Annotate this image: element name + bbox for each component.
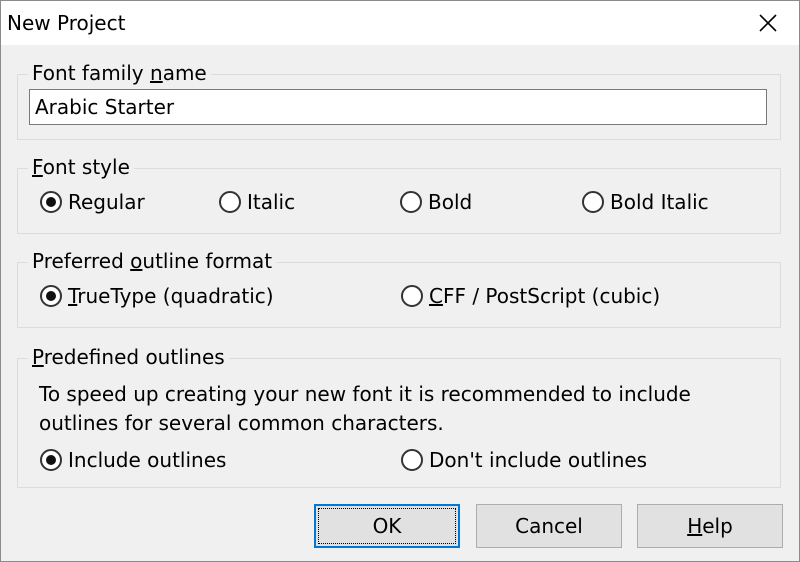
description-line-2: outlines for several common characters.: [39, 411, 444, 435]
help-button-label: Help: [687, 514, 733, 538]
radio-circle-regular: [40, 191, 62, 213]
close-icon: [759, 14, 777, 32]
cancel-button-label: Cancel: [515, 514, 583, 538]
predefined-description: To speed up creating your new font it is…: [39, 380, 739, 438]
radio-label-dont-include: Don't include outlines: [429, 448, 648, 472]
ok-button-label: OK: [372, 514, 402, 538]
radio-circle-italic: [219, 191, 241, 213]
radio-circle-dont-include: [401, 449, 423, 471]
description-line-1: To speed up creating your new font it is…: [39, 382, 691, 406]
radio-label-italic: Italic: [247, 190, 296, 214]
cancel-button[interactable]: Cancel: [476, 504, 622, 548]
predefined-outlines-legend: Predefined outlines: [28, 343, 229, 371]
outline-format-legend: Preferred outline format: [28, 247, 277, 275]
help-button[interactable]: Help: [637, 504, 783, 548]
radio-truetype[interactable]: TrueType (quadratic): [40, 282, 274, 310]
title-bar: New Project: [1, 1, 799, 45]
radio-label-bold: Bold: [428, 190, 473, 214]
radio-bold[interactable]: Bold: [400, 188, 472, 216]
radio-circle-bold: [400, 191, 422, 213]
radio-include-outlines[interactable]: Include outlines: [40, 446, 226, 474]
radio-label-include: Include outlines: [68, 448, 227, 472]
radio-label-regular: Regular: [68, 190, 145, 214]
font-style-legend: Font style: [28, 153, 134, 181]
radio-bold-italic[interactable]: Bold Italic: [582, 188, 709, 216]
radio-circle-include: [40, 449, 62, 471]
radio-label-bold-italic: Bold Italic: [610, 190, 709, 214]
dialog-title: New Project: [7, 11, 126, 35]
radio-circle-cff: [401, 285, 423, 307]
ok-button[interactable]: OK: [314, 504, 460, 548]
radio-dont-include-outlines[interactable]: Don't include outlines: [401, 446, 647, 474]
close-button[interactable]: [737, 1, 799, 45]
radio-circle-bold-italic: [582, 191, 604, 213]
font-family-legend: Font family name: [28, 59, 211, 87]
radio-label-cff: CFF / PostScript (cubic): [429, 284, 661, 308]
radio-italic[interactable]: Italic: [219, 188, 295, 216]
radio-circle-truetype: [40, 285, 62, 307]
radio-regular[interactable]: Regular: [40, 188, 145, 216]
radio-cff[interactable]: CFF / PostScript (cubic): [401, 282, 660, 310]
radio-label-truetype: TrueType (quadratic): [68, 284, 274, 308]
font-family-input[interactable]: [29, 89, 767, 125]
